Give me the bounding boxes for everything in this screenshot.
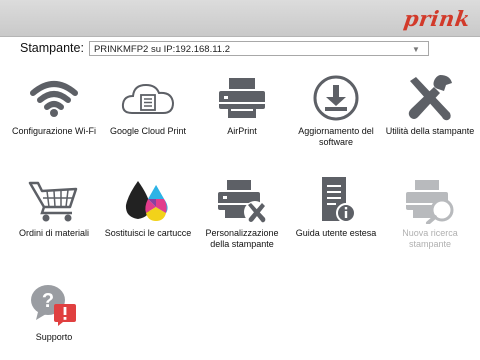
- tile-label: Personalizzazione della stampante: [205, 228, 279, 249]
- tools-icon: [383, 70, 477, 126]
- tile-airprint[interactable]: AirPrint: [195, 70, 289, 137]
- tile-label: Utilità della stampante: [385, 126, 475, 136]
- tile-printer-utilities[interactable]: Utilità della stampante: [383, 70, 477, 137]
- tile-label: Ordini di materiali: [18, 228, 90, 238]
- tile-replace-cartridges[interactable]: Sostituisci le cartucce: [101, 172, 195, 239]
- tile-extended-user-guide[interactable]: Guida utente estesa: [289, 172, 383, 239]
- shopping-cart-icon: [7, 172, 101, 228]
- ink-drops-icon: [101, 172, 195, 228]
- prink-logo: prink: [402, 6, 472, 31]
- printer-search-icon: [383, 172, 477, 228]
- wifi-icon: [7, 70, 101, 126]
- printer-label: Stampante:: [20, 41, 84, 55]
- printer-selector-row: Stampante: PRINKMFP2 su IP:192.168.11.2 …: [20, 40, 429, 56]
- cloud-print-icon: [101, 70, 195, 126]
- tile-label: AirPrint: [227, 126, 257, 136]
- printer-select[interactable]: PRINKMFP2 su IP:192.168.11.2 ▼: [88, 40, 429, 56]
- printer-settings-icon: [195, 172, 289, 228]
- title-bar: prink: [0, 0, 480, 37]
- printer-icon: [195, 70, 289, 126]
- tile-google-cloud-print[interactable]: Google Cloud Print: [101, 70, 195, 137]
- tile-label: Supporto: [35, 332, 73, 342]
- tile-label: Configurazione Wi-Fi: [11, 126, 97, 136]
- support-icon: ?: [7, 276, 101, 332]
- printer-select-value: PRINKMFP2 su IP:192.168.11.2: [93, 43, 230, 55]
- tile-label: Sostituisci le cartucce: [104, 228, 192, 238]
- tile-printer-customization[interactable]: Personalizzazione della stampante: [195, 172, 289, 250]
- download-icon: [289, 70, 383, 126]
- tile-label: Google Cloud Print: [109, 126, 187, 136]
- tile-software-update[interactable]: Aggiornamento del software: [289, 70, 383, 148]
- tile-new-printer-search: Nuova ricerca stampante: [383, 172, 477, 250]
- svg-text:?: ?: [42, 290, 54, 312]
- chevron-down-icon: ▼: [412, 44, 420, 54]
- tile-support[interactable]: ? Supporto: [7, 276, 101, 343]
- tile-label: Aggiornamento del software: [298, 126, 374, 147]
- user-guide-icon: [289, 172, 383, 228]
- tile-label: Nuova ricerca stampante: [402, 228, 458, 249]
- tile-order-supplies[interactable]: Ordini di materiali: [7, 172, 101, 239]
- tile-label: Guida utente estesa: [295, 228, 377, 238]
- tile-wifi-setup[interactable]: Configurazione Wi-Fi: [7, 70, 101, 137]
